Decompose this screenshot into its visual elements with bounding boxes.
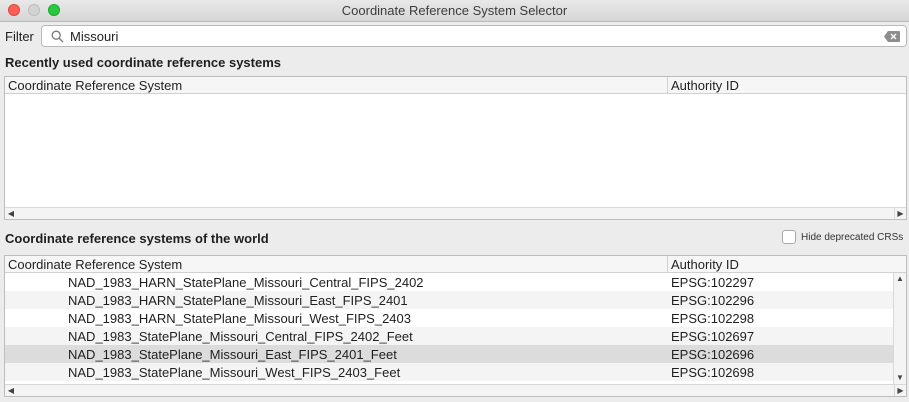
hide-deprecated-label[interactable]: Hide deprecated CRSs	[801, 232, 903, 243]
column-header-authority-id[interactable]: Authority ID	[671, 257, 739, 272]
filter-field[interactable]	[41, 25, 907, 47]
title-bar: Coordinate Reference System Selector	[0, 0, 909, 22]
column-divider[interactable]	[667, 256, 668, 273]
crs-name-cell: NAD_1983_HARN_StatePlane_Missouri_West_F…	[68, 311, 412, 326]
authority-id-cell: EPSG:102297	[671, 275, 755, 290]
authority-id-cell: EPSG:102698	[671, 365, 755, 380]
scroll-right-icon[interactable]: ▶	[894, 208, 906, 219]
scroll-down-icon[interactable]: ▼	[894, 372, 906, 384]
table-row[interactable]: NAD_1983_StatePlane_Missouri_West_FIPS_2…	[5, 363, 893, 381]
authority-id-cell: EPSG:102298	[671, 311, 755, 326]
clear-icon[interactable]	[884, 31, 900, 42]
table-row[interactable]: NAD_1983_HARN_StatePlane_Missouri_Centra…	[5, 273, 893, 291]
crs-name-cell: NAD_1983_StatePlane_Missouri_East_FIPS_2…	[68, 347, 397, 362]
authority-id-cell: EPSG:102697	[671, 329, 755, 344]
column-header-crs[interactable]: Coordinate Reference System	[8, 257, 182, 272]
column-divider[interactable]	[667, 77, 668, 94]
recent-crs-table[interactable]: Coordinate Reference System Authority ID…	[4, 76, 907, 220]
table-row[interactable]: NAD_1983_HARN_StatePlane_Missouri_East_F…	[5, 291, 893, 309]
recent-horizontal-scrollbar[interactable]: ◀ ▶	[5, 207, 906, 219]
crs-name-cell: NAD_1983_StatePlane_Missouri_West_FIPS_2…	[68, 365, 401, 380]
authority-id-cell: EPSG:102296	[671, 293, 755, 308]
scroll-up-icon[interactable]: ▲	[894, 273, 906, 285]
column-header-authority-id[interactable]: Authority ID	[671, 78, 739, 93]
world-horizontal-scrollbar[interactable]: ◀ ▶	[5, 384, 906, 396]
world-table-header: Coordinate Reference System Authority ID	[5, 256, 906, 273]
authority-id-cell: EPSG:102696	[671, 347, 755, 362]
search-icon	[51, 30, 64, 43]
scroll-right-icon[interactable]: ▶	[894, 385, 906, 396]
table-row[interactable]: NAD_1983_StatePlane_Missouri_East_FIPS_2…	[5, 345, 893, 363]
recent-table-header: Coordinate Reference System Authority ID	[5, 77, 906, 94]
scroll-left-icon[interactable]: ◀	[5, 385, 17, 396]
recent-crs-heading: Recently used coordinate reference syste…	[5, 55, 282, 70]
world-crs-table[interactable]: Coordinate Reference System Authority ID…	[4, 255, 907, 397]
crs-name-cell: NAD_1983_HARN_StatePlane_Missouri_Centra…	[68, 275, 424, 290]
world-crs-heading: Coordinate reference systems of the worl…	[5, 231, 269, 246]
filter-label: Filter	[5, 29, 34, 44]
crs-name-cell: NAD_1983_HARN_StatePlane_Missouri_East_F…	[68, 293, 408, 308]
filter-input[interactable]	[70, 28, 870, 44]
table-row[interactable]: NAD_1983_HARN_StatePlane_Missouri_West_F…	[5, 309, 893, 327]
scroll-left-icon[interactable]: ◀	[5, 208, 17, 219]
table-row[interactable]: NAD_1983_StatePlane_Missouri_Central_FIP…	[5, 327, 893, 345]
world-vertical-scrollbar[interactable]: ▲ ▼	[893, 273, 906, 384]
hide-deprecated-checkbox[interactable]	[782, 230, 796, 244]
window-title: Coordinate Reference System Selector	[341, 3, 568, 18]
crs-name-cell: NAD_1983_StatePlane_Missouri_Central_FIP…	[68, 329, 413, 344]
column-header-crs[interactable]: Coordinate Reference System	[8, 78, 182, 93]
